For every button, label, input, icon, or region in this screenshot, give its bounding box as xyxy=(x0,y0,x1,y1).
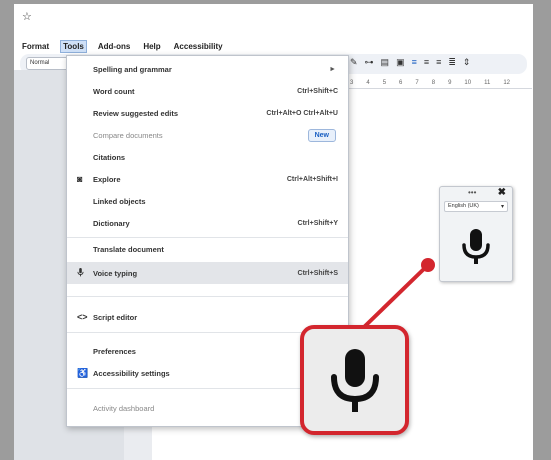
menu-divider xyxy=(67,237,348,238)
line-spacing-icon[interactable]: ⇕ xyxy=(463,57,471,68)
microphone-icon xyxy=(77,267,84,279)
menu-item-linked-objects[interactable]: Linked objects xyxy=(67,191,348,211)
menu-item-dictionary[interactable]: Dictionary Ctrl+Shift+Y xyxy=(67,213,348,233)
menu-help[interactable]: Help xyxy=(141,41,162,52)
menu-item-review[interactable]: Review suggested edits Ctrl+Alt+O Ctrl+A… xyxy=(67,103,348,123)
accessibility-icon: ♿ xyxy=(77,367,89,378)
submenu-arrow-icon: ► xyxy=(329,65,336,73)
menu-item-shortcut: Ctrl+Alt+Shift+I xyxy=(286,175,338,183)
menu-item-word-count[interactable]: Word count Ctrl+Shift+C xyxy=(67,81,348,101)
menu-item-compare[interactable]: Compare documents New xyxy=(67,125,348,145)
image-icon[interactable]: ▣ xyxy=(396,57,405,68)
ruler-tick: 11 xyxy=(484,80,491,86)
ruler-tick: 5 xyxy=(382,80,387,86)
menu-item-label: Linked objects xyxy=(93,196,146,206)
menu-item-label: Activity dashboard xyxy=(93,403,155,413)
star-icon[interactable]: ☆ xyxy=(22,10,32,23)
ruler-tick: 10 xyxy=(464,80,472,86)
menu-item-shortcut: Ctrl+Shift+S xyxy=(297,269,338,277)
close-icon[interactable]: ✖ xyxy=(498,187,506,198)
chevron-down-icon: ▾ xyxy=(500,204,504,210)
new-badge: New xyxy=(307,128,336,142)
menu-item-label: Word count xyxy=(93,86,135,96)
language-select[interactable]: English (UK) ▾ xyxy=(444,201,508,212)
link-icon[interactable]: ⊶ xyxy=(365,57,374,68)
menu-addons[interactable]: Add-ons xyxy=(96,41,132,52)
microphone-icon[interactable] xyxy=(456,225,496,269)
menu-item-shortcut: Ctrl+Shift+C xyxy=(297,87,338,95)
ruler-tick: 9 xyxy=(448,80,452,86)
ruler-tick: 12 xyxy=(503,80,511,86)
menu-item-label: Explore xyxy=(93,174,121,184)
explore-icon: ◙ xyxy=(77,174,83,184)
menu-item-explore[interactable]: ◙ Explore Ctrl+Alt+Shift+I xyxy=(67,169,348,189)
ruler-tick: 7 xyxy=(415,80,419,86)
paragraph-style-select[interactable]: Normal xyxy=(26,57,70,70)
menu-item-voice-typing[interactable]: Voice typing Ctrl+Shift+S xyxy=(67,262,348,284)
ruler-tick: 8 xyxy=(431,80,436,86)
toolbar-icons: ✎ ⊶ ▤ ▣ ≡ ≡ ≡ ≣ ⇕ xyxy=(350,57,470,68)
menu-item-citations[interactable]: Citations xyxy=(67,147,348,167)
menu-item-label: Voice typing xyxy=(93,268,138,278)
menu-item-label: Dictionary xyxy=(93,218,130,228)
menu-format[interactable]: Format xyxy=(20,41,51,52)
ruler: 3 4 5 6 7 8 9 10 11 12 xyxy=(344,78,532,89)
menu-item-shortcut: Ctrl+Alt+O Ctrl+Alt+U xyxy=(266,109,338,117)
menu-item-shortcut: Ctrl+Shift+Y xyxy=(297,219,338,227)
align-justify-icon[interactable]: ≣ xyxy=(448,57,456,68)
align-right-icon[interactable]: ≡ xyxy=(436,57,441,68)
microphone-callout xyxy=(300,325,409,435)
menu-item-label: Review suggested edits xyxy=(93,108,179,118)
menu-item-label: Citations xyxy=(93,152,126,162)
menu-item-translate[interactable]: Translate document xyxy=(67,239,348,259)
menu-item-label: Translate document xyxy=(93,244,164,254)
menu-item-label: Script editor xyxy=(93,312,138,322)
voice-typing-widget: ••• ✖ English (UK) ▾ xyxy=(439,186,513,282)
menu-item-script-editor[interactable]: <> Script editor xyxy=(67,307,348,327)
menu-item-spelling[interactable]: Spelling and grammar ► xyxy=(67,59,348,79)
align-left-icon[interactable]: ≡ xyxy=(412,57,417,68)
code-icon: <> xyxy=(77,312,88,322)
menu-item-label: Accessibility settings xyxy=(93,368,170,378)
language-value: English (UK) xyxy=(448,203,479,209)
menu-divider xyxy=(67,296,348,297)
ruler-tick: 6 xyxy=(399,80,403,86)
align-center-icon[interactable]: ≡ xyxy=(424,57,429,68)
menu-tools[interactable]: Tools xyxy=(60,39,87,53)
menu-item-label: Spelling and grammar xyxy=(93,64,172,74)
menu-bar: Format Tools Add-ons Help Accessibility xyxy=(14,38,225,54)
ruler-tick: 3 xyxy=(350,80,354,86)
menu-item-label: Compare documents xyxy=(93,130,163,140)
menu-item-label: Preferences xyxy=(93,346,136,356)
drag-handle-icon[interactable]: ••• xyxy=(468,188,476,197)
microphone-icon xyxy=(331,349,379,412)
ruler-tick: 4 xyxy=(366,80,370,86)
menu-accessibility[interactable]: Accessibility xyxy=(172,41,225,52)
comment-icon[interactable]: ▤ xyxy=(381,57,390,68)
pen-icon[interactable]: ✎ xyxy=(350,57,358,68)
